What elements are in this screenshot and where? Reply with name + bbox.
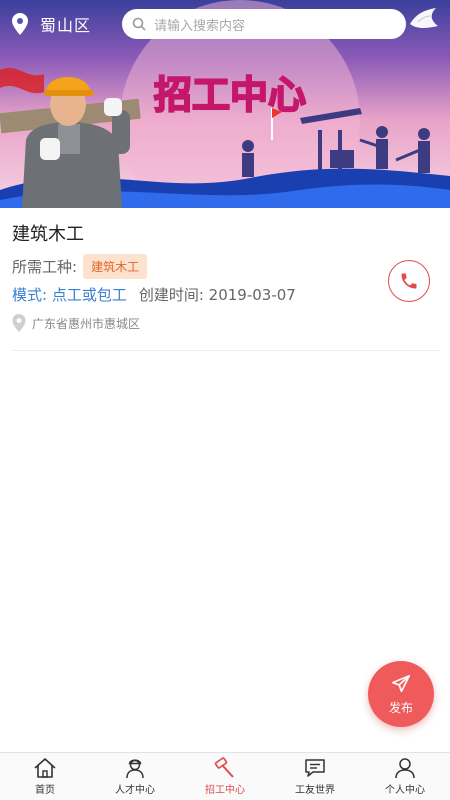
trade-row: 所需工种: 建筑木工 <box>12 254 148 279</box>
recruitment-page: 招工中心 蜀山区 请输入搜索内容 建筑木工 所需工种: 建筑木工 模式: 点工或… <box>0 0 450 800</box>
location-pin-icon <box>12 13 28 35</box>
call-button[interactable] <box>388 260 430 302</box>
work-mode: 模式: 点工或包工 <box>12 286 127 304</box>
send-icon <box>391 674 411 692</box>
search-input[interactable]: 请输入搜索内容 <box>122 9 406 39</box>
phone-icon <box>401 273 417 289</box>
nav-home-label: 首页 <box>35 785 55 796</box>
trade-tag: 建筑木工 <box>83 254 148 279</box>
publish-button[interactable]: 发布 <box>368 661 434 727</box>
nav-talent[interactable]: 人才中心 <box>90 753 180 800</box>
nav-home[interactable]: 首页 <box>0 753 90 800</box>
trade-label: 所需工种: <box>12 258 78 276</box>
publish-label: 发布 <box>388 700 413 715</box>
dove-icon <box>410 8 438 28</box>
created-date: 创建时间: 2019-03-07 <box>138 286 296 304</box>
search-icon <box>132 17 146 31</box>
mode-date-row: 模式: 点工或包工 创建时间: 2019-03-07 <box>12 284 296 305</box>
worker-icon <box>126 759 144 779</box>
home-icon <box>34 758 56 778</box>
banner: 招工中心 蜀山区 请输入搜索内容 <box>0 0 450 208</box>
bottom-nav: 首页 人才中心 招工中心 工友世界 个人中心 <box>0 752 450 800</box>
nav-talent-label: 人才中心 <box>115 785 155 796</box>
job-title[interactable]: 建筑木工 <box>12 220 84 246</box>
nav-community-label: 工友世界 <box>295 785 335 796</box>
banner-title: 招工中心 <box>154 73 306 117</box>
location-selector[interactable]: 蜀山区 <box>12 10 91 38</box>
person-icon <box>395 758 415 779</box>
location-label: 蜀山区 <box>40 16 92 35</box>
search-placeholder: 请输入搜索内容 <box>154 18 246 34</box>
nav-community[interactable]: 工友世界 <box>270 753 360 800</box>
chat-icon <box>305 759 325 777</box>
nav-recruit-label: 招工中心 <box>205 785 245 796</box>
nav-profile[interactable]: 个人中心 <box>360 753 450 800</box>
address-row: 广东省惠州市惠城区 <box>12 314 140 332</box>
nav-recruit[interactable]: 招工中心 <box>180 753 270 800</box>
address-text: 广东省惠州市惠城区 <box>32 316 141 331</box>
address-pin-icon <box>12 314 26 332</box>
list-divider <box>12 350 440 351</box>
nav-profile-label: 个人中心 <box>385 785 425 796</box>
hammer-icon <box>214 757 234 778</box>
